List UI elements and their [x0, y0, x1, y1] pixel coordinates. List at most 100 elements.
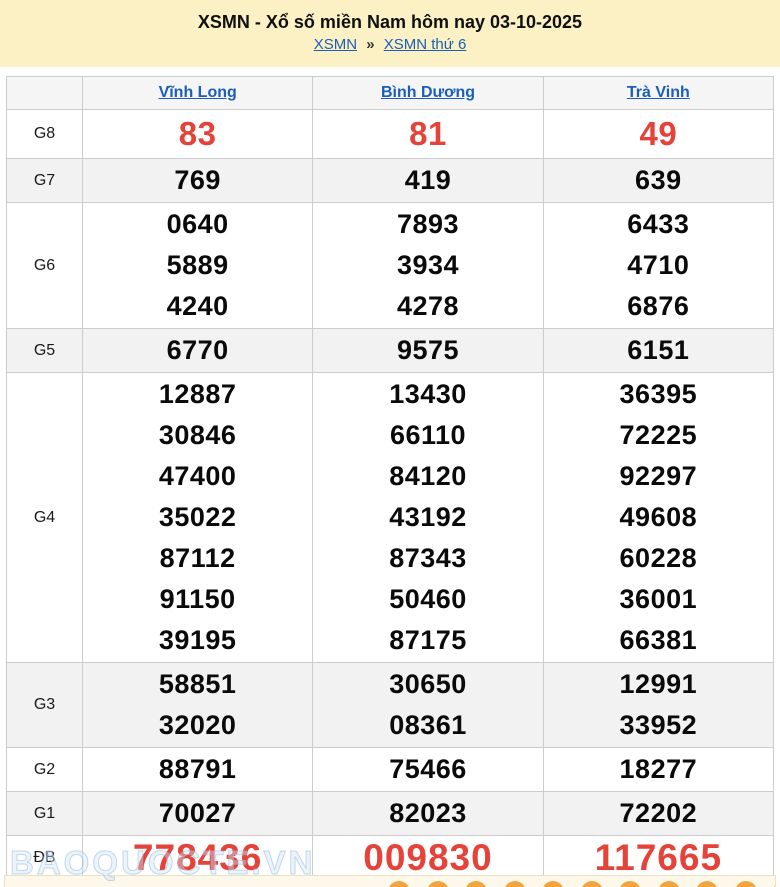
prize-number: 6433: [544, 204, 773, 245]
prize-cell: 009830: [313, 836, 543, 881]
prize-cell: 82023: [313, 792, 543, 836]
page-header: XSMN - Xổ số miền Nam hôm nay 03-10-2025…: [0, 0, 780, 67]
prize-cell: 36395722259229749608602283600166381: [543, 373, 773, 663]
prize-number: 60228: [544, 538, 773, 579]
prize-number: 87175: [313, 620, 542, 661]
prize-number: 36395: [544, 374, 773, 415]
prize-number: 33952: [544, 705, 773, 746]
breadcrumb: XSMN » XSMN thứ 6: [0, 36, 780, 53]
breadcrumb-separator: »: [366, 36, 374, 53]
prize-number: 50460: [313, 579, 542, 620]
prize-number: 36001: [544, 579, 773, 620]
prize-number: 30846: [83, 415, 312, 456]
column-header-binh-duong: Bình Dương: [313, 77, 543, 110]
bottom-strip: [4, 875, 776, 887]
prize-row-g4: G412887308464740035022871129115039195134…: [7, 373, 774, 663]
prize-number: 88791: [83, 749, 312, 790]
prize-row-g7: G7769419639: [7, 159, 774, 203]
prize-number: 419: [313, 160, 542, 201]
prize-label-g7: G7: [7, 159, 83, 203]
prize-cell: 643347106876: [543, 203, 773, 329]
prize-number: 84120: [313, 456, 542, 497]
prize-number: 35022: [83, 497, 312, 538]
prize-number: 72202: [544, 793, 773, 834]
breadcrumb-link-xsmn-thu-6[interactable]: XSMN thứ 6: [384, 36, 467, 53]
prize-number: 12887: [83, 374, 312, 415]
prize-number: 18277: [544, 749, 773, 790]
prize-number: 6151: [544, 330, 773, 371]
prize-label-g3: G3: [7, 663, 83, 748]
ball-icon: [504, 881, 526, 887]
prize-number: 5889: [83, 245, 312, 286]
table-header-row: Vĩnh Long Bình Dương Trà Vinh: [7, 77, 774, 110]
prize-row-g8: G8838149: [7, 110, 774, 159]
prize-row-g5: G5677095756151: [7, 329, 774, 373]
prize-number: 87112: [83, 538, 312, 579]
prize-number: 30650: [313, 664, 542, 705]
prize-number: 4710: [544, 245, 773, 286]
prize-row-db: ĐB778436009830117665: [7, 836, 774, 881]
prize-cell: 789339344278: [313, 203, 543, 329]
prize-label-g4: G4: [7, 373, 83, 663]
column-link-vinh-long[interactable]: Vĩnh Long: [159, 84, 237, 101]
prize-cell: 117665: [543, 836, 773, 881]
prize-cell: 3065008361: [313, 663, 543, 748]
prize-number: 6876: [544, 286, 773, 327]
prize-label-g2: G2: [7, 748, 83, 792]
prize-number: 117665: [544, 837, 773, 879]
prize-cell: 639: [543, 159, 773, 203]
prize-number: 81: [313, 111, 542, 157]
prize-row-g6: G6064058894240789339344278643347106876: [7, 203, 774, 329]
results-table: Vĩnh Long Bình Dương Trà Vinh G8838149G776…: [6, 76, 774, 881]
prize-number: 72225: [544, 415, 773, 456]
column-link-tra-vinh[interactable]: Trà Vinh: [627, 84, 690, 101]
prize-number: 82023: [313, 793, 542, 834]
prize-number: 0640: [83, 204, 312, 245]
prize-cell: 064058894240: [83, 203, 313, 329]
prize-cell: 6151: [543, 329, 773, 373]
prize-cell: 419: [313, 159, 543, 203]
prize-number: 39195: [83, 620, 312, 661]
prize-cell: 70027: [83, 792, 313, 836]
corner-cell: [7, 77, 83, 110]
ball-icon: [542, 881, 564, 887]
prize-label-g1: G1: [7, 792, 83, 836]
prize-cell: 9575: [313, 329, 543, 373]
ball-icon: [619, 881, 641, 887]
breadcrumb-link-xsmn[interactable]: XSMN: [314, 36, 357, 53]
prize-number: 70027: [83, 793, 312, 834]
prize-number: 47400: [83, 456, 312, 497]
prize-cell: 83: [83, 110, 313, 159]
ball-icon: [658, 881, 680, 887]
prize-number: 4240: [83, 286, 312, 327]
prize-cell: 75466: [313, 748, 543, 792]
ball-icon: [773, 881, 776, 887]
prize-cell: 72202: [543, 792, 773, 836]
prize-cell: 13430661108412043192873435046087175: [313, 373, 543, 663]
prize-label-g8: G8: [7, 110, 83, 159]
prize-row-g2: G2887917546618277: [7, 748, 774, 792]
prize-cell: 1299133952: [543, 663, 773, 748]
prize-cell: 5885132020: [83, 663, 313, 748]
prize-cell: 88791: [83, 748, 313, 792]
prize-cell: 778436: [83, 836, 313, 881]
prize-number: 4278: [313, 286, 542, 327]
prize-number: 08361: [313, 705, 542, 746]
column-header-vinh-long: Vĩnh Long: [83, 77, 313, 110]
prize-number: 87343: [313, 538, 542, 579]
prize-number: 769: [83, 160, 312, 201]
prize-cell: 18277: [543, 748, 773, 792]
prize-row-g1: G1700278202372202: [7, 792, 774, 836]
ball-icon: [581, 881, 603, 887]
column-header-tra-vinh: Trà Vinh: [543, 77, 773, 110]
prize-number: 6770: [83, 330, 312, 371]
prize-number: 83: [83, 111, 312, 157]
column-link-binh-duong[interactable]: Bình Dương: [381, 84, 475, 101]
prize-number: 92297: [544, 456, 773, 497]
prize-number: 7893: [313, 204, 542, 245]
xsmn-results-page: XSMN - Xổ số miền Nam hôm nay 03-10-2025…: [0, 0, 780, 887]
prize-number: 009830: [313, 837, 542, 879]
page-title: XSMN - Xổ số miền Nam hôm nay 03-10-2025: [0, 12, 780, 33]
prize-number: 49608: [544, 497, 773, 538]
prize-cell: 12887308464740035022871129115039195: [83, 373, 313, 663]
